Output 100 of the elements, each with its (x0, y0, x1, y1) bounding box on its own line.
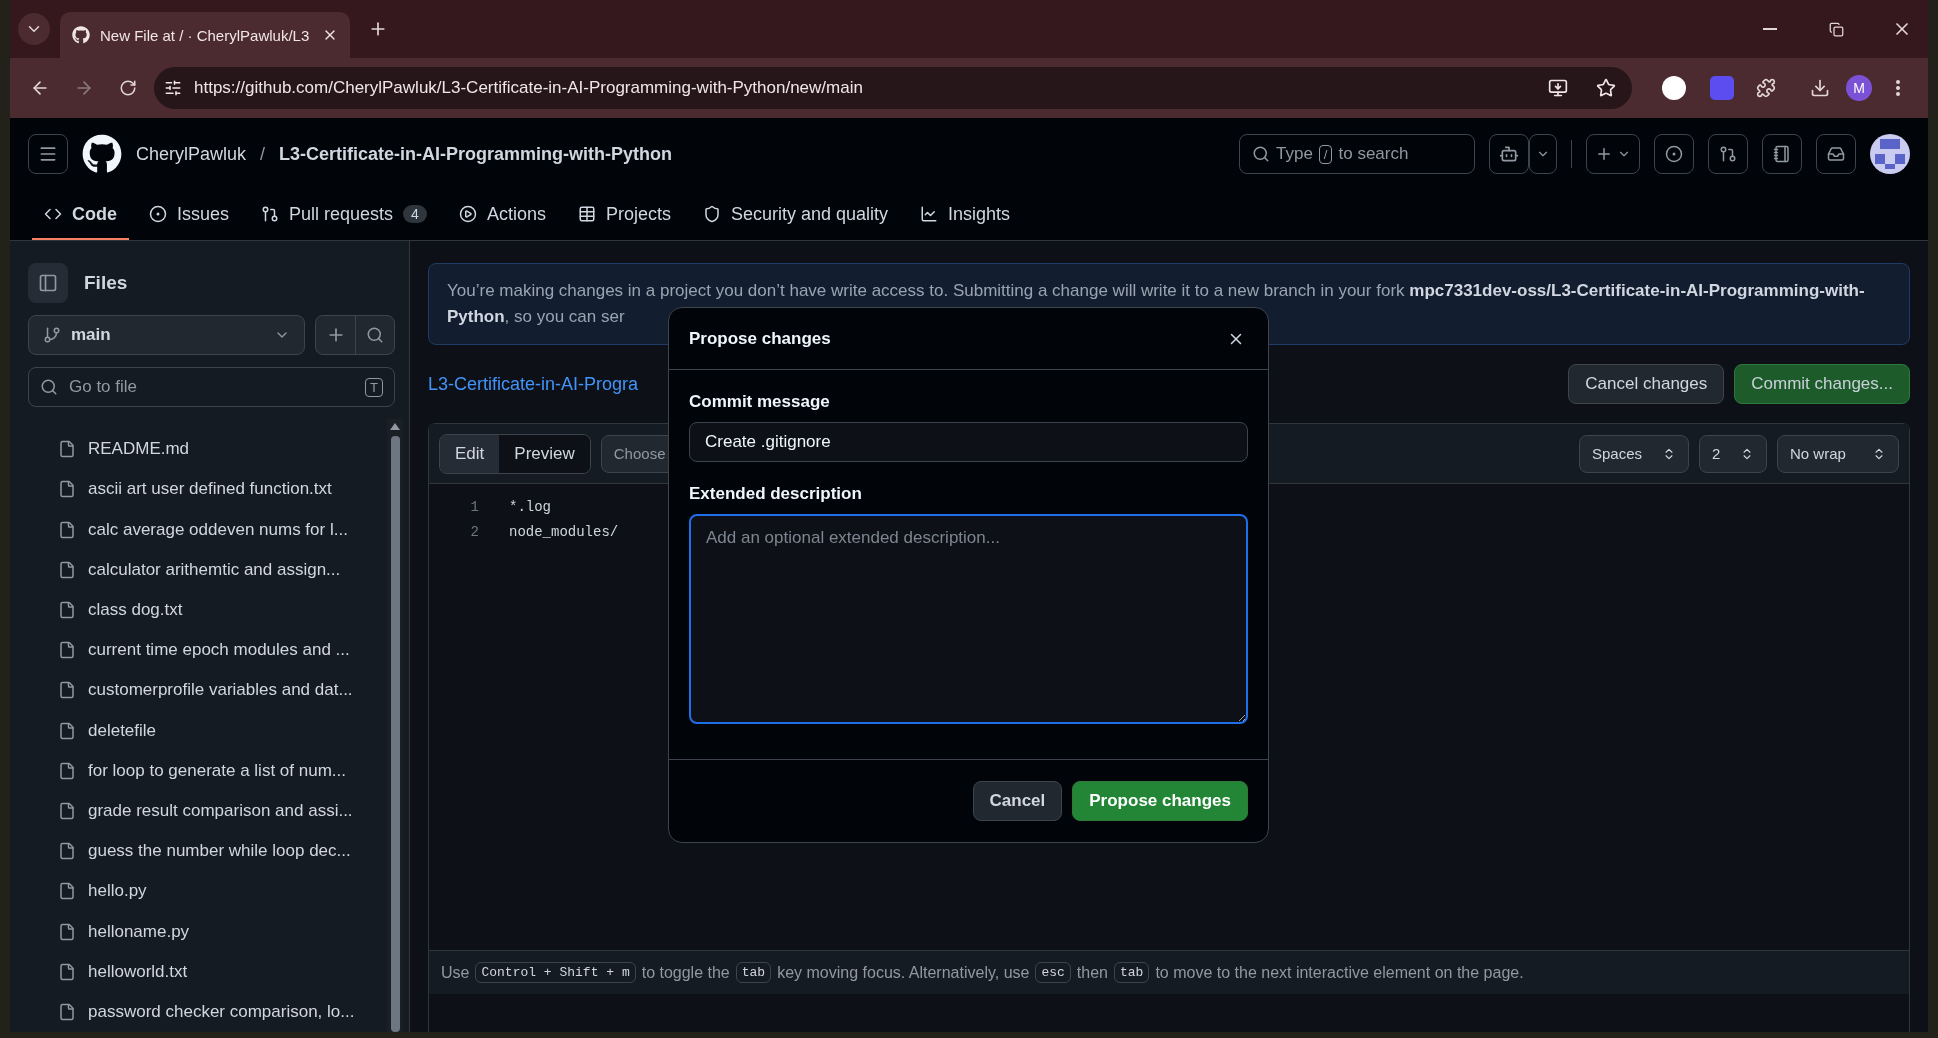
branch-icon (43, 326, 61, 344)
circle-dot-icon (149, 205, 167, 223)
file-item[interactable]: ascii art user defined function.txt (58, 469, 387, 510)
commit-changes-button[interactable]: Commit changes... (1734, 364, 1910, 404)
reload-icon (119, 79, 137, 97)
file-item[interactable]: guess the number while loop dec... (58, 831, 387, 872)
wrap-mode-select[interactable]: No wrap (1777, 434, 1899, 473)
file-item[interactable]: hello.py (58, 871, 387, 912)
commit-message-field[interactable]: Create .gitignore (689, 422, 1248, 462)
editor-tab[interactable]: Preview (499, 434, 590, 473)
file-item[interactable]: README.md (58, 429, 387, 470)
count-badge: 4 (403, 205, 427, 223)
hint-text: key moving focus. Alternatively, use (777, 963, 1030, 982)
repo-nav-tab[interactable]: Actions (446, 190, 558, 240)
search-icon (1252, 145, 1270, 163)
file-item[interactable]: current time epoch modules and ... (58, 630, 387, 671)
graph-icon (920, 205, 939, 223)
hint-text: to toggle the (641, 963, 730, 982)
search-field[interactable]: Type / to search (1239, 134, 1475, 174)
restore-icon (1828, 21, 1844, 37)
code-line: *.log (509, 498, 551, 515)
dialog-title: Propose changes (689, 328, 831, 349)
repo-nav-tab[interactable]: Security and quality (690, 190, 901, 240)
user-avatar[interactable] (1870, 134, 1910, 174)
file-item[interactable]: grade result comparison and assi... (58, 790, 387, 832)
hint-text: then (1076, 963, 1108, 982)
notice-text: You’re making changes in a project you don’t have write access to. Submitting a change will write it to a new branch in your fork mpc7331dev-oss/L3-Certificate-in-AI-Programming-with-Python, so you can ser (447, 280, 1866, 328)
repo-nav-tab[interactable]: Projects (565, 190, 683, 240)
tab-search-button[interactable] (18, 13, 50, 45)
line-number: 2 (469, 523, 479, 540)
file-item[interactable]: customerprofile variables and dat... (58, 670, 387, 711)
search-icon (366, 326, 384, 344)
circle-dot-icon (1665, 145, 1683, 163)
shortcut-key: T (365, 378, 383, 397)
file-icon (58, 721, 76, 740)
repositories-button[interactable] (1762, 134, 1802, 174)
indent-mode-select[interactable]: Spaces (1579, 434, 1689, 473)
keyboard-key: tab (735, 962, 772, 983)
inbox-icon (1827, 145, 1845, 163)
profile-avatar[interactable]: M (1846, 75, 1872, 101)
keyboard-key: tab (1114, 962, 1150, 983)
hint-text: to move to the next interactive element on the page. (1155, 963, 1524, 982)
browser-tab[interactable]: New File at / · CherylPawluk/L3 (60, 12, 350, 58)
keyboard-key: Control + Shift + m (475, 962, 636, 983)
cancel-button[interactable]: Cancel (972, 781, 1063, 821)
path-separator: / (260, 143, 266, 165)
file-icon (58, 440, 76, 459)
file-icon (58, 641, 76, 660)
file-icon (58, 600, 76, 619)
file-item[interactable]: class dog.txt (58, 589, 387, 630)
file-icon (58, 801, 76, 820)
cancel-changes-button[interactable]: Cancel changes (1568, 364, 1725, 404)
hint-text: Use (441, 963, 470, 982)
file-item[interactable]: calculator arithemtic and assign... (58, 549, 387, 590)
extension-icon[interactable] (1662, 76, 1686, 100)
site-info-icon[interactable] (164, 79, 182, 97)
puzzle-icon (1756, 78, 1776, 98)
inbox-button[interactable] (1816, 134, 1856, 174)
repo-link[interactable]: L3-Certificate-in-AI-Programming-with-Python (279, 143, 673, 165)
scrollbar-thumb[interactable] (390, 436, 400, 1032)
file-item[interactable]: password checker comparison, lo... (58, 991, 387, 1032)
shield-icon (702, 205, 721, 223)
owner-link[interactable]: CherylPawluk (136, 143, 247, 165)
propose-changes-button[interactable]: Propose changes (1072, 781, 1248, 821)
table-icon (577, 205, 596, 223)
file-item[interactable]: helloworld.txt (58, 951, 387, 992)
repo-nav-tab[interactable]: Pull requests 4 (249, 190, 439, 240)
bookmark-icon[interactable] (1596, 78, 1616, 98)
repo-nav-tab[interactable]: Issues (137, 190, 242, 240)
description-field[interactable]: Add an optional extended description... (689, 514, 1248, 724)
github-logo-icon[interactable] (82, 134, 122, 174)
file-icon (58, 480, 76, 499)
issues-button[interactable] (1654, 134, 1694, 174)
file-item[interactable]: for loop to generate a list of num... (58, 750, 387, 791)
pull-requests-button[interactable] (1708, 134, 1748, 174)
indent-size-select[interactable]: 2 (1699, 434, 1767, 473)
file-icon (58, 560, 76, 579)
create-button[interactable] (1586, 134, 1640, 174)
robot-icon (1499, 144, 1519, 164)
download-icon (1810, 78, 1830, 98)
github-logo-icon (72, 26, 90, 44)
file-icon (58, 1002, 76, 1021)
file-item[interactable]: calc average oddeven nums for l... (58, 509, 387, 550)
plus-icon (1595, 145, 1613, 163)
branch-selector[interactable]: main (28, 315, 305, 355)
scroll-up-icon[interactable] (390, 423, 400, 430)
install-app-icon[interactable] (1548, 78, 1568, 98)
file-icon (58, 882, 76, 901)
pull-request-icon (1719, 145, 1737, 163)
file-icon (58, 842, 76, 861)
file-item[interactable]: helloname.py (58, 911, 387, 952)
sidebar-icon (38, 273, 58, 293)
collapse-sidebar-button[interactable] (28, 263, 68, 303)
address-bar[interactable]: https://github.com/CherylPawluk/L3-Certificate-in-AI-Programming-with-Python/new/main (154, 67, 1632, 109)
menu-button[interactable] (28, 134, 68, 174)
editor-tab[interactable]: Edit (440, 434, 500, 473)
copilot-button[interactable] (1489, 134, 1529, 174)
search-icon (40, 378, 58, 396)
file-item[interactable]: deletefile (58, 710, 387, 751)
repo-nav-tab[interactable]: Insights (908, 190, 1023, 240)
